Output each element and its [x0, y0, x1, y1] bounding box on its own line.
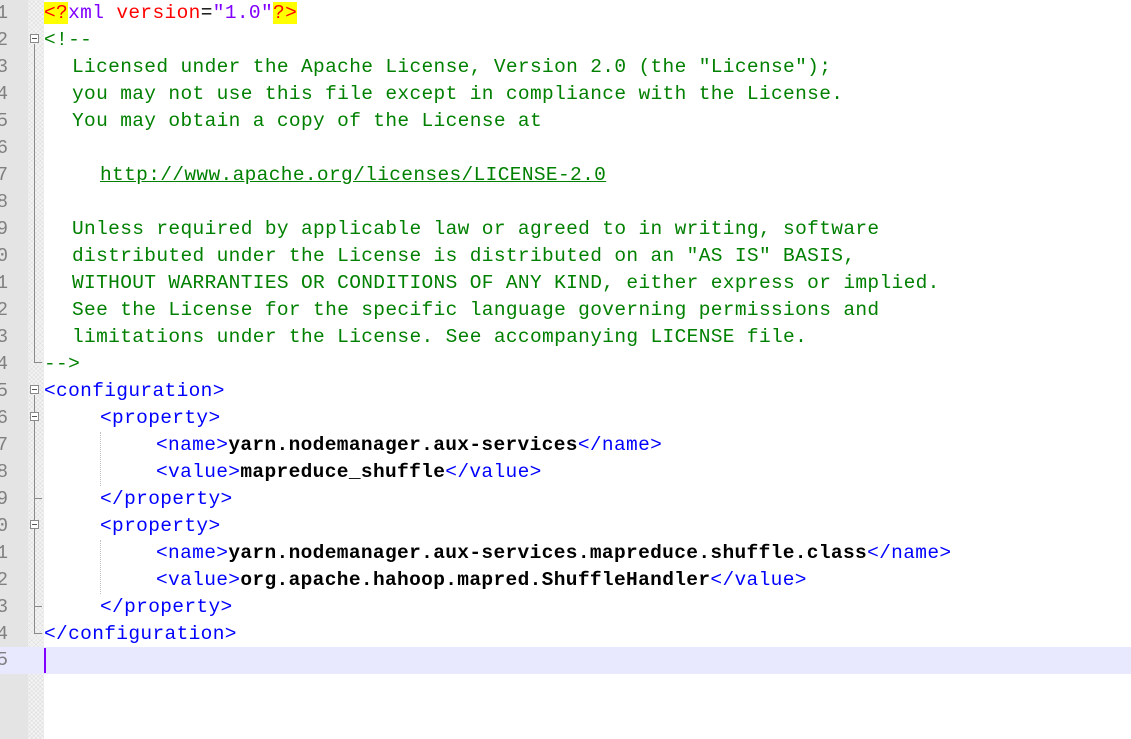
property-value-text: mapreduce_shuffle — [240, 461, 446, 483]
editor-line-21[interactable]: 21 <name>yarn.nodemanager.aux-services.m… — [0, 540, 1131, 567]
property-value-text: org.apache.hahoop.mapred.ShuffleHandler — [240, 569, 711, 591]
line-number: 13 — [0, 326, 8, 348]
editor-line-25-current[interactable]: 25 — [0, 647, 1131, 674]
configuration-open-tag: <configuration> — [44, 380, 225, 402]
line-number: 3 — [0, 56, 8, 78]
editor-line-7[interactable]: 7 http://www.apache.org/licenses/LICENSE… — [0, 162, 1131, 189]
editor-line-18[interactable]: 18 <value>mapreduce_shuffle</value> — [0, 459, 1131, 486]
editor-line-9[interactable]: 9 Unless required by applicable law or a… — [0, 216, 1131, 243]
comment-text: Unless required by applicable law or agr… — [72, 218, 880, 240]
editor-line-5[interactable]: 5 You may obtain a copy of the License a… — [0, 108, 1131, 135]
editor-line-22[interactable]: 22 <value>org.apache.hahoop.mapred.Shuff… — [0, 567, 1131, 594]
property-open-tag: <property> — [100, 407, 221, 429]
comment-text: You may obtain a copy of the License at — [72, 110, 543, 132]
editor-line-16[interactable]: 16 <property> — [0, 405, 1131, 432]
line-number: 21 — [0, 542, 8, 564]
editor-line-23[interactable]: 23 </property> — [0, 594, 1131, 621]
license-url-link[interactable]: http://www.apache.org/licenses/LICENSE-2… — [100, 162, 606, 189]
comment-open: <!-- — [44, 29, 93, 51]
editor-line-11[interactable]: 11 WITHOUT WARRANTIES OR CONDITIONS OF A… — [0, 270, 1131, 297]
editor-line-17[interactable]: 17 <name>yarn.nodemanager.aux-services</… — [0, 432, 1131, 459]
line-number: 7 — [0, 164, 8, 186]
editor-line-19[interactable]: 19 </property> — [0, 486, 1131, 513]
comment-text: See the License for the specific languag… — [72, 299, 880, 321]
line-number: 22 — [0, 569, 8, 591]
line-number: 8 — [0, 191, 8, 213]
line-number: 17 — [0, 434, 8, 456]
line-number: 24 — [0, 623, 8, 645]
line-number: 20 — [0, 515, 8, 537]
line-number: 2 — [0, 29, 8, 51]
editor-line-20[interactable]: 20 <property> — [0, 513, 1131, 540]
configuration-close-tag: </configuration> — [44, 623, 237, 645]
property-open-tag: <property> — [100, 515, 221, 537]
editor-line-6[interactable]: 6 — [0, 135, 1131, 162]
line-number: 9 — [0, 218, 8, 240]
editor-line-24[interactable]: 24 </configuration> — [0, 621, 1131, 648]
property-name-value: yarn.nodemanager.aux-services.mapreduce.… — [228, 542, 868, 564]
line-number: 1 — [0, 2, 8, 24]
comment-text: you may not use this file except in comp… — [72, 83, 844, 105]
line-number: 23 — [0, 596, 8, 618]
property-name-element: <name>yarn.nodemanager.aux-services.mapr… — [156, 542, 952, 564]
editor-line-4[interactable]: 4 you may not use this file except in co… — [0, 81, 1131, 108]
editor-line-10[interactable]: 10 distributed under the License is dist… — [0, 243, 1131, 270]
line-number: 6 — [0, 137, 8, 159]
comment-close: --> — [44, 353, 81, 375]
line-number: 16 — [0, 407, 8, 429]
line-number: 5 — [0, 110, 8, 132]
line-number: 19 — [0, 488, 8, 510]
property-value-element: <value>org.apache.hahoop.mapred.ShuffleH… — [156, 569, 807, 591]
comment-text: limitations under the License. See accom… — [72, 326, 808, 348]
editor-line-14[interactable]: 14 --> — [0, 351, 1131, 378]
editor-line-1[interactable]: 1 <?xml version="1.0"?> — [0, 0, 1131, 27]
editor-line-12[interactable]: 12 See the License for the specific lang… — [0, 297, 1131, 324]
line-number: 25 — [0, 649, 8, 671]
property-name-element: <name>yarn.nodemanager.aux-services</nam… — [156, 434, 663, 456]
line-number: 14 — [0, 353, 8, 375]
editor-line-15[interactable]: 15 <configuration> — [0, 378, 1131, 405]
editor-line-2[interactable]: 2 <!-- — [0, 27, 1131, 54]
property-close-tag: </property> — [100, 488, 233, 510]
xml-declaration: <?xml version="1.0"?> — [44, 2, 298, 24]
property-name-value: yarn.nodemanager.aux-services — [228, 434, 578, 456]
comment-text: WITHOUT WARRANTIES OR CONDITIONS OF ANY … — [72, 272, 940, 294]
property-value-element: <value>mapreduce_shuffle</value> — [156, 461, 542, 483]
line-number: 18 — [0, 461, 8, 483]
line-number: 10 — [0, 245, 8, 267]
editor-line-13[interactable]: 13 limitations under the License. See ac… — [0, 324, 1131, 351]
property-close-tag: </property> — [100, 596, 233, 618]
line-number: 12 — [0, 299, 8, 321]
line-number: 15 — [0, 380, 8, 402]
editor-line-3[interactable]: 3 Licensed under the Apache License, Ver… — [0, 54, 1131, 81]
comment-text: distributed under the License is distrib… — [72, 245, 856, 267]
editor-line-8[interactable]: 8 — [0, 189, 1131, 216]
line-number: 11 — [0, 272, 8, 294]
text-caret — [44, 648, 46, 673]
line-number: 4 — [0, 83, 8, 105]
comment-text: Licensed under the Apache License, Versi… — [72, 56, 832, 78]
